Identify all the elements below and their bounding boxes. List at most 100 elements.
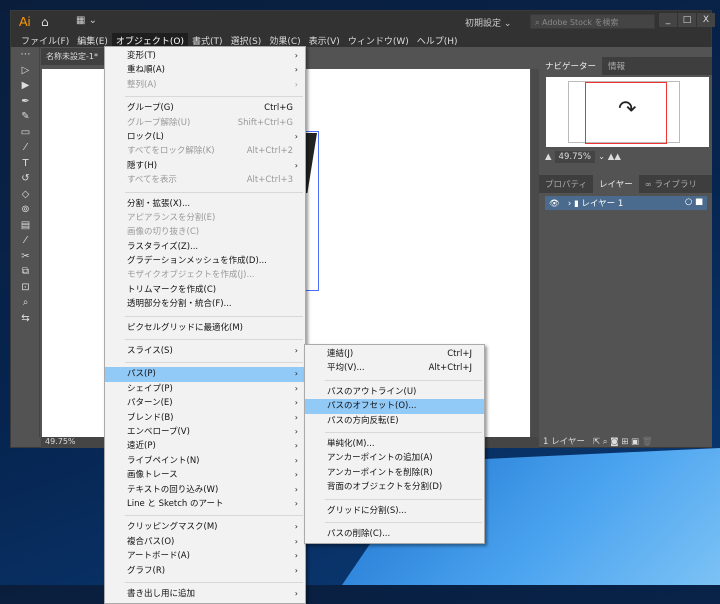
layer-target-icon[interactable]: ○ ■	[685, 197, 703, 207]
menu-item[interactable]: アピアランスを分割(E)	[105, 211, 305, 225]
menu-item[interactable]: 分割・拡張(X)...	[105, 197, 305, 211]
menu-item[interactable]: 複合パス(O) ›	[105, 535, 305, 549]
menu-item[interactable]: アートボード(A) ›	[105, 549, 305, 563]
stock-search-input[interactable]: ⌕ Adobe Stock を検索	[530, 14, 655, 29]
menu-item[interactable]: 背面のオブジェクトを分割(D)	[305, 480, 484, 494]
tool-icon-15[interactable]: ⊡	[12, 280, 39, 296]
menu-item[interactable]: ロック(L) ›	[105, 130, 305, 144]
export-icon[interactable]: ⇱	[593, 437, 600, 447]
zoom-in-icon[interactable]: ▲▲	[608, 152, 621, 162]
tool-icon-16[interactable]: ⌕	[12, 295, 39, 311]
tool-icon-7[interactable]: T	[12, 156, 39, 172]
menu-item[interactable]: パスの削除(C)...	[305, 527, 484, 541]
menu-8[interactable]: ヘルプ(H)	[413, 33, 462, 47]
menu-item[interactable]: スライス(S) ›	[105, 344, 305, 358]
workspace-preset[interactable]: 初期設定 ⌄	[465, 16, 511, 29]
tool-icon-13[interactable]: ✂	[12, 249, 39, 265]
menu-2[interactable]: オブジェクト(O)	[111, 33, 189, 47]
new-sublayer-icon[interactable]: ⊞	[621, 437, 628, 447]
menu-item[interactable]: ラスタライズ(Z)...	[105, 240, 305, 254]
vertical-scrollbar[interactable]	[531, 69, 539, 437]
menu-item[interactable]: Line と Sketch のアート ›	[105, 497, 305, 511]
menu-item[interactable]: 整列(A) ›	[105, 78, 305, 92]
menu-item[interactable]: グループ解除(U) Shift+Ctrl+G	[105, 116, 305, 130]
maximize-button[interactable]: □	[678, 13, 696, 27]
menu-item[interactable]: エンベロープ(V) ›	[105, 425, 305, 439]
close-button[interactable]: X	[697, 13, 715, 27]
menu-item[interactable]: パターン(E) ›	[105, 396, 305, 410]
menu-item[interactable]: 遠近(P) ›	[105, 439, 305, 453]
tab-layers[interactable]: レイヤー	[593, 175, 639, 193]
tool-icon-4[interactable]: ✎	[12, 109, 39, 125]
document-tab[interactable]: 名称未設定-1*	[41, 48, 111, 65]
menu-item[interactable]: パスのオフセット(O)...	[305, 399, 484, 414]
menu-item[interactable]: 透明部分を分割・統合(F)...	[105, 297, 305, 311]
tool-icon-0[interactable]: ⋯	[12, 47, 39, 63]
menu-6[interactable]: 表示(V)	[305, 33, 344, 47]
tool-icon-6[interactable]: ⁄	[12, 140, 39, 156]
tool-icon-12[interactable]: ⁄	[12, 233, 39, 249]
menu-item[interactable]: アンカーポイントの追加(A)	[305, 451, 484, 465]
clipping-mask-icon[interactable]: ◙	[610, 437, 618, 447]
workspace-switcher-icon[interactable]: ▦ ⌄	[76, 15, 97, 26]
tool-icon-2[interactable]: ▶	[12, 78, 39, 94]
menu-item[interactable]: グラフ(R) ›	[105, 564, 305, 578]
menu-1[interactable]: 編集(E)	[73, 33, 112, 47]
tool-icon-8[interactable]: ↺	[12, 171, 39, 187]
navigator-zoom-field[interactable]: 49.75%	[554, 151, 595, 163]
search-icon[interactable]: ⌕	[603, 437, 608, 447]
menu-item[interactable]: 隠す(H) ›	[105, 159, 305, 173]
tool-icon-17[interactable]: ⇆	[12, 311, 39, 327]
menu-item[interactable]: すべてをロック解除(K) Alt+Ctrl+2	[105, 144, 305, 158]
menu-item[interactable]: ライブペイント(N) ›	[105, 454, 305, 468]
menu-item[interactable]: アンカーポイントを削除(R)	[305, 466, 484, 480]
menu-item[interactable]: モザイクオブジェクトを作成(J)...	[105, 268, 305, 282]
delete-icon[interactable]: 🗑	[642, 437, 653, 447]
layer-row[interactable]: 👁 › ▮ レイヤー 1 ○ ■	[545, 196, 707, 210]
tab-libraries[interactable]: ∞ ライブラリ	[639, 175, 703, 193]
menu-item[interactable]: すべてを表示 Alt+Ctrl+3	[105, 173, 305, 187]
tool-icon-10[interactable]: ⊚	[12, 202, 39, 218]
menu-item[interactable]: 重ね順(A) ›	[105, 63, 305, 77]
menu-0[interactable]: ファイル(F)	[17, 33, 73, 47]
home-icon[interactable]: ⌂	[41, 15, 49, 29]
new-layer-icon[interactable]: ▣	[631, 437, 639, 447]
menu-4[interactable]: 選択(S)	[227, 33, 266, 47]
menu-item[interactable]: 平均(V)... Alt+Ctrl+J	[305, 361, 484, 375]
menu-item[interactable]: 変形(T) ›	[105, 49, 305, 63]
tab-info[interactable]: 情報	[602, 57, 631, 75]
tab-properties[interactable]: プロパティ	[539, 175, 593, 193]
tool-icon-14[interactable]: ⧉	[12, 264, 39, 280]
menu-item[interactable]: 画像の切り抜き(C)	[105, 225, 305, 239]
zoom-out-icon[interactable]: ▲	[545, 152, 552, 162]
tool-icon-1[interactable]: ▷	[12, 63, 39, 79]
menu-7[interactable]: ウィンドウ(W)	[344, 33, 413, 47]
menu-item[interactable]: パス(P) ›	[105, 367, 305, 382]
tool-icon-9[interactable]: ◇	[12, 187, 39, 203]
expand-chevron-icon[interactable]: ›	[568, 199, 571, 209]
menu-item[interactable]: 単純化(M)...	[305, 437, 484, 451]
menu-item[interactable]: グラデーションメッシュを作成(D)...	[105, 254, 305, 268]
minimize-button[interactable]: _	[659, 13, 677, 27]
menu-item[interactable]: 連結(J) Ctrl+J	[305, 347, 484, 361]
menu-item[interactable]: シェイプ(P) ›	[105, 382, 305, 396]
menu-item[interactable]: グリッドに分割(S)...	[305, 504, 484, 518]
menu-item[interactable]: パスの方向反転(E)	[305, 414, 484, 428]
menu-item[interactable]: クリッピングマスク(M) ›	[105, 520, 305, 534]
menu-item[interactable]: パスのアウトライン(U)	[305, 385, 484, 399]
menu-3[interactable]: 書式(T)	[188, 33, 227, 47]
tool-icon-11[interactable]: ▤	[12, 218, 39, 234]
visibility-eye-icon[interactable]: 👁	[549, 199, 560, 209]
navigator-preview[interactable]: ↷	[546, 77, 709, 147]
tab-navigator[interactable]: ナビゲーター	[539, 57, 603, 75]
menu-5[interactable]: 効果(C)	[265, 33, 304, 47]
zoom-dropdown-icon[interactable]: ⌄	[598, 152, 605, 162]
menu-item[interactable]: トリムマークを作成(C)	[105, 283, 305, 297]
tool-icon-5[interactable]: ▭	[12, 125, 39, 141]
menu-item[interactable]: グループ(G) Ctrl+G	[105, 101, 305, 115]
menu-item[interactable]: ピクセルグリッドに最適化(M)	[105, 321, 305, 335]
tool-icon-3[interactable]: ✒	[12, 94, 39, 110]
menu-item[interactable]: 書き出し用に追加 ›	[105, 587, 305, 601]
menu-item[interactable]: テキストの回り込み(W) ›	[105, 483, 305, 497]
menu-item[interactable]: 画像トレース ›	[105, 468, 305, 482]
